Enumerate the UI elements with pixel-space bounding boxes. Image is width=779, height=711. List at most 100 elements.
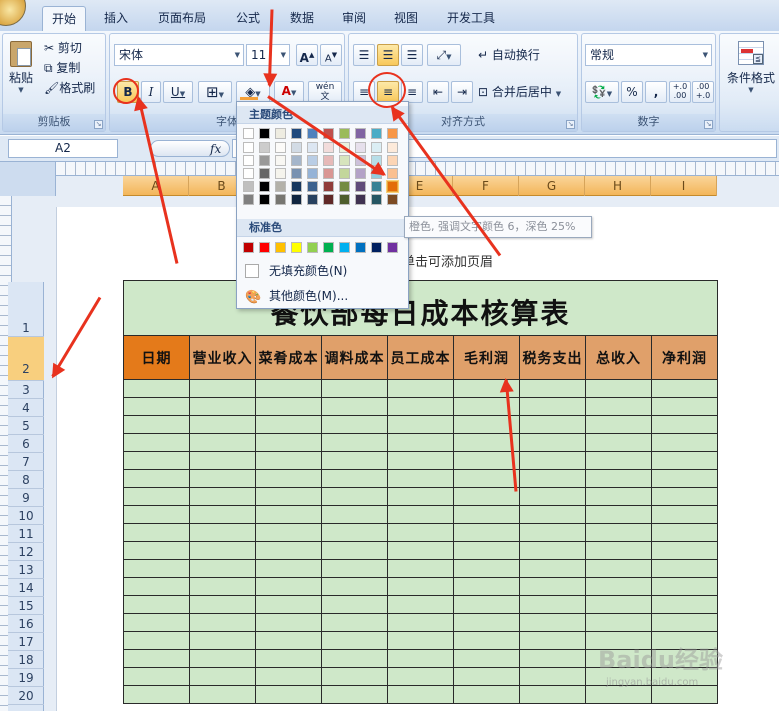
table-cell[interactable] [321,487,388,506]
table-cell[interactable] [585,685,652,704]
table-cell[interactable] [387,685,454,704]
header-cell-gross-profit[interactable]: 毛利润 [453,335,520,380]
table-cell[interactable] [321,631,388,650]
color-swatch[interactable] [259,155,270,166]
table-cell[interactable] [585,469,652,488]
merge-center-button[interactable]: ⊡ 合并后居中 ▼ [477,81,575,103]
table-cell[interactable] [519,631,586,650]
color-swatch[interactable] [275,168,286,179]
row-header-6[interactable]: 6 [8,435,44,453]
table-cell[interactable] [255,469,322,488]
table-cell[interactable] [585,541,652,560]
currency-button[interactable]: 💱▼ [585,81,619,103]
color-swatch[interactable] [339,168,350,179]
table-cell[interactable] [255,379,322,398]
table-cell[interactable] [189,613,256,632]
table-cell[interactable] [189,505,256,524]
column-header-f[interactable]: F [453,176,519,196]
table-cell[interactable] [519,685,586,704]
tab-data[interactable]: 数据 [280,6,324,31]
table-cell[interactable] [123,595,190,614]
table-cell[interactable] [123,397,190,416]
color-swatch[interactable] [339,128,350,139]
table-cell[interactable] [519,397,586,416]
table-cell[interactable] [651,613,718,632]
table-cell[interactable] [585,505,652,524]
color-swatch[interactable] [371,181,382,192]
table-cell[interactable] [585,487,652,506]
table-cell[interactable] [387,469,454,488]
wrap-text-button[interactable]: ↵ 自动换行 [477,44,575,66]
color-swatch[interactable] [355,194,366,205]
row-header-18[interactable]: 18 [8,651,44,669]
color-swatch[interactable] [275,181,286,192]
table-cell[interactable] [387,613,454,632]
table-cell[interactable] [189,523,256,542]
row-header-9[interactable]: 9 [8,489,44,507]
table-cell[interactable] [321,559,388,578]
color-swatch[interactable] [355,181,366,192]
table-cell[interactable] [255,415,322,434]
color-swatch[interactable] [275,194,286,205]
align-middle-button[interactable]: ☰ [377,44,399,66]
table-cell[interactable] [387,559,454,578]
color-swatch[interactable] [291,194,302,205]
color-swatch[interactable] [243,194,254,205]
table-cell[interactable] [255,523,322,542]
name-box[interactable]: A2 [8,139,118,158]
header-cell-staff-cost[interactable]: 员工成本 [387,335,454,380]
color-swatch[interactable] [307,142,318,153]
standard-color-swatch[interactable] [339,242,350,253]
table-cell[interactable] [651,469,718,488]
table-cell[interactable] [387,523,454,542]
no-fill-item[interactable]: 无填充颜色(N) [239,260,406,282]
table-cell[interactable] [387,667,454,686]
color-swatch[interactable] [387,194,398,205]
table-cell[interactable] [453,613,520,632]
table-cell[interactable] [453,541,520,560]
standard-color-swatch[interactable] [355,242,366,253]
table-cell[interactable] [453,559,520,578]
table-cell[interactable] [387,433,454,452]
table-cell[interactable] [123,379,190,398]
table-cell[interactable] [123,469,190,488]
color-swatch[interactable] [339,181,350,192]
row-header-2[interactable]: 2 [8,337,44,381]
table-cell[interactable] [519,469,586,488]
standard-color-swatch[interactable] [275,242,286,253]
color-swatch[interactable] [323,181,334,192]
table-cell[interactable] [255,397,322,416]
color-swatch[interactable] [355,142,366,153]
table-cell[interactable] [651,487,718,506]
table-cell[interactable] [519,379,586,398]
table-cell[interactable] [321,541,388,560]
header-cell-seasoning-cost[interactable]: 调料成本 [321,335,388,380]
color-swatch[interactable] [259,194,270,205]
cut-button[interactable]: ✂ 剪切 [43,39,105,57]
color-swatch[interactable] [275,155,286,166]
table-cell[interactable] [123,667,190,686]
color-swatch[interactable] [355,168,366,179]
decrease-decimal-button[interactable]: .00 +.0 [692,81,714,103]
table-cell[interactable] [387,415,454,434]
table-cell[interactable] [189,577,256,596]
tab-home[interactable]: 开始 [42,6,86,31]
table-cell[interactable] [123,613,190,632]
row-header-17[interactable]: 17 [8,633,44,651]
color-swatch[interactable] [371,142,382,153]
table-cell[interactable] [585,379,652,398]
corner-select-all[interactable] [0,162,56,196]
increase-indent-button[interactable]: ⇥ [451,81,473,103]
table-cell[interactable] [651,397,718,416]
standard-color-swatch[interactable] [323,242,334,253]
table-cell[interactable] [189,595,256,614]
table-cell[interactable] [585,613,652,632]
table-cell[interactable] [519,433,586,452]
row-header-14[interactable]: 14 [8,579,44,597]
color-swatch[interactable] [243,181,254,192]
table-cell[interactable] [519,559,586,578]
table-cell[interactable] [519,649,586,668]
standard-color-swatch[interactable] [387,242,398,253]
color-swatch[interactable] [323,168,334,179]
color-swatch[interactable] [307,168,318,179]
